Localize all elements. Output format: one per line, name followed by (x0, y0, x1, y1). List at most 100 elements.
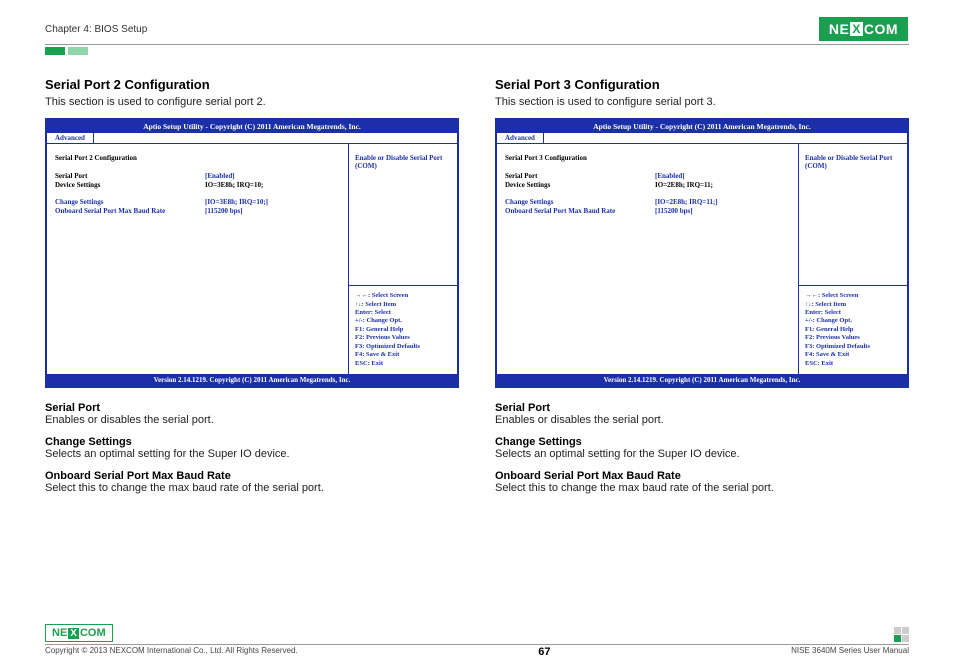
bios-row-serial-port: Serial Port [Enabled] (505, 172, 790, 180)
bios-tab-row: Advanced (497, 133, 907, 144)
bios-value: [115200 bps] (655, 207, 693, 215)
footer-copyright: Copyright © 2013 NEXCOM International Co… (45, 646, 298, 655)
bios-footer: Version 2.14.1219. Copyright (C) 2011 Am… (47, 374, 457, 386)
bios-key: Enter: Select (805, 309, 901, 317)
bios-help-text: Enable or Disable Serial Port (COM) (799, 144, 907, 285)
bios-key: F3: Optimized Defaults (805, 343, 901, 351)
bios-side: Enable or Disable Serial Port (COM) →←: … (799, 144, 907, 374)
bios-body: Serial Port 3 Configuration Serial Port … (497, 144, 907, 374)
bios-label: Serial Port (505, 172, 655, 180)
bios-key: ESC: Exit (355, 360, 451, 368)
page-header: Chapter 4: BIOS Setup NE X COM (45, 16, 909, 45)
desc-title: Onboard Serial Port Max Baud Rate (45, 470, 459, 482)
section-desc: This section is used to configure serial… (495, 96, 909, 108)
bios-screen: Aptio Setup Utility - Copyright (C) 2011… (45, 118, 459, 388)
bios-row-change: Change Settings [IO=3E8h; IRQ=10;] (55, 198, 340, 206)
bios-row-change: Change Settings [IO=2E8h; IRQ=11;] (505, 198, 790, 206)
desc-title: Change Settings (495, 436, 909, 448)
bios-key: ↑↓: Select Item (355, 301, 451, 309)
bios-key: →←: Select Screen (805, 292, 901, 300)
bios-value: [Enabled] (205, 172, 235, 180)
desc-block: Onboard Serial Port Max Baud Rate Select… (495, 470, 909, 494)
bios-row-device: Device Settings IO=2E8h; IRQ=11; (505, 181, 790, 189)
bios-screen: Aptio Setup Utility - Copyright (C) 2011… (495, 118, 909, 388)
bios-key: ESC: Exit (805, 360, 901, 368)
bios-label: Device Settings (55, 181, 205, 189)
desc-block: Serial Port Enables or disables the seri… (495, 402, 909, 426)
logo-text-right: COM (864, 21, 898, 37)
content-columns: Serial Port 2 Configuration This section… (45, 77, 909, 504)
bios-body: Serial Port 2 Configuration Serial Port … (47, 144, 457, 374)
chapter-title: Chapter 4: BIOS Setup (45, 24, 147, 35)
bios-key-legend: →←: Select Screen ↑↓: Select Item Enter:… (349, 285, 457, 374)
bios-titlebar: Aptio Setup Utility - Copyright (C) 2011… (47, 120, 457, 133)
bios-label: Onboard Serial Port Max Baud Rate (505, 207, 655, 215)
bios-tab-advanced: Advanced (47, 133, 94, 143)
footer-squares-icon (894, 627, 909, 642)
logo-text-left: NE (829, 21, 849, 37)
bios-key: F2: Previous Values (805, 334, 901, 342)
nexcom-logo: NE X COM (818, 16, 909, 42)
bios-tab-advanced: Advanced (497, 133, 544, 143)
right-column: Serial Port 3 Configuration This section… (495, 77, 909, 504)
bios-label: Change Settings (505, 198, 655, 206)
desc-title: Change Settings (45, 436, 459, 448)
bios-key: F3: Optimized Defaults (355, 343, 451, 351)
logo-text-mid: X (850, 22, 863, 36)
bios-key: +/-: Change Opt. (355, 317, 451, 325)
bios-config-title: Serial Port 2 Configuration (55, 154, 340, 162)
bios-key: ↑↓: Select Item (805, 301, 901, 309)
bios-main: Serial Port 3 Configuration Serial Port … (497, 144, 799, 374)
bios-row-baud: Onboard Serial Port Max Baud Rate [11520… (55, 207, 340, 215)
bios-label: Serial Port (55, 172, 205, 180)
desc-block: Serial Port Enables or disables the seri… (45, 402, 459, 426)
bios-key: F1: General Help (355, 326, 451, 334)
tab-mark (45, 47, 65, 55)
bios-key: +/-: Change Opt. (805, 317, 901, 325)
bios-key: F2: Previous Values (355, 334, 451, 342)
bios-tab-row: Advanced (47, 133, 457, 144)
section-heading: Serial Port 3 Configuration (495, 77, 909, 92)
bios-titlebar: Aptio Setup Utility - Copyright (C) 2011… (497, 120, 907, 133)
desc-text: Enables or disables the serial port. (495, 414, 909, 426)
section-desc: This section is used to configure serial… (45, 96, 459, 108)
desc-block: Onboard Serial Port Max Baud Rate Select… (45, 470, 459, 494)
bios-label: Onboard Serial Port Max Baud Rate (55, 207, 205, 215)
left-column: Serial Port 2 Configuration This section… (45, 77, 459, 504)
desc-text: Selects an optimal setting for the Super… (495, 448, 909, 460)
footer-manual: NISE 3640M Series User Manual (791, 646, 909, 655)
bios-key: F1: General Help (805, 326, 901, 334)
nexcom-footer-logo: NE X COM (45, 624, 113, 642)
bios-row-device: Device Settings IO=3E8h; IRQ=10; (55, 181, 340, 189)
bios-config-title: Serial Port 3 Configuration (505, 154, 790, 162)
logo-text-right: COM (80, 627, 106, 639)
bios-value: [115200 bps] (205, 207, 243, 215)
bios-label: Change Settings (55, 198, 205, 206)
bios-key-legend: →←: Select Screen ↑↓: Select Item Enter:… (799, 285, 907, 374)
bios-value: IO=2E8h; IRQ=11; (655, 181, 713, 189)
logo-text-left: NE (52, 627, 67, 639)
bios-row-serial-port: Serial Port [Enabled] (55, 172, 340, 180)
desc-title: Onboard Serial Port Max Baud Rate (495, 470, 909, 482)
header-tab-marks (45, 47, 909, 55)
bios-value: [Enabled] (655, 172, 685, 180)
bios-value: IO=3E8h; IRQ=10; (205, 181, 263, 189)
desc-text: Select this to change the max baud rate … (495, 482, 909, 494)
desc-block: Change Settings Selects an optimal setti… (495, 436, 909, 460)
desc-block: Change Settings Selects an optimal setti… (45, 436, 459, 460)
section-heading: Serial Port 2 Configuration (45, 77, 459, 92)
desc-text: Selects an optimal setting for the Super… (45, 448, 459, 460)
bios-key: F4: Save & Exit (355, 351, 451, 359)
bios-main: Serial Port 2 Configuration Serial Port … (47, 144, 349, 374)
bios-footer: Version 2.14.1219. Copyright (C) 2011 Am… (497, 374, 907, 386)
bios-side: Enable or Disable Serial Port (COM) →←: … (349, 144, 457, 374)
bios-label: Device Settings (505, 181, 655, 189)
bios-value: [IO=2E8h; IRQ=11;] (655, 198, 718, 206)
bios-key: →←: Select Screen (355, 292, 451, 300)
bios-key: Enter: Select (355, 309, 451, 317)
desc-text: Enables or disables the serial port. (45, 414, 459, 426)
desc-text: Select this to change the max baud rate … (45, 482, 459, 494)
bios-help-text: Enable or Disable Serial Port (COM) (349, 144, 457, 285)
bios-row-baud: Onboard Serial Port Max Baud Rate [11520… (505, 207, 790, 215)
desc-title: Serial Port (495, 402, 909, 414)
